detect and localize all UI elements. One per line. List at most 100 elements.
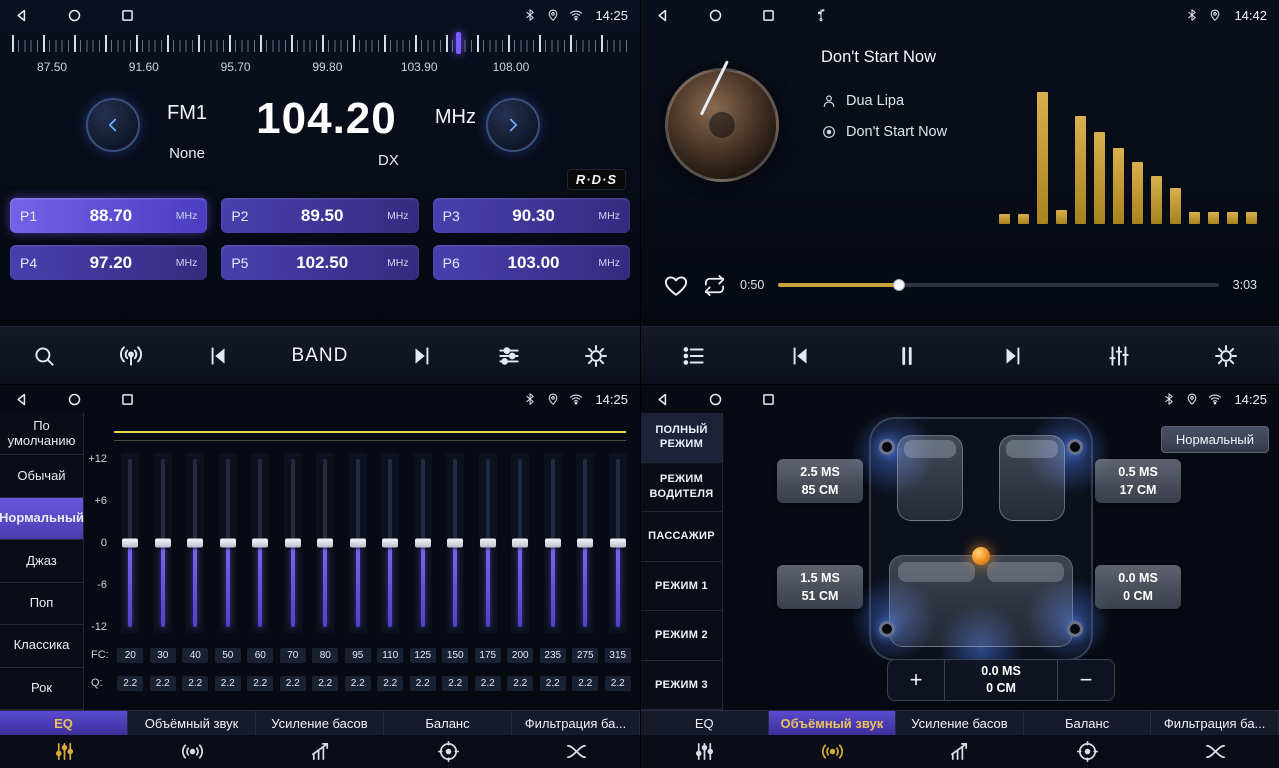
tab-crossover-filter[interactable]: Фильтрация ба... xyxy=(1151,711,1279,735)
delay-increase-button[interactable]: + xyxy=(888,660,944,700)
listening-mode-item-4[interactable]: РЕЖИМ 2 xyxy=(641,611,722,661)
nav-back-button[interactable] xyxy=(14,392,29,407)
tab-bass-boost[interactable]: Усиление басов xyxy=(896,711,1024,735)
eq-band-slider-110hz[interactable] xyxy=(374,451,407,637)
repeat-button[interactable] xyxy=(703,274,726,297)
nav-home-button[interactable] xyxy=(708,8,723,23)
eq-slider-handle[interactable] xyxy=(317,539,333,548)
eq-slider-handle[interactable] xyxy=(610,539,626,548)
eq-band-slider-175hz[interactable] xyxy=(472,451,505,637)
eq-preset-chip[interactable]: Нормальный xyxy=(1161,426,1269,453)
tab-eq[interactable]: EQ xyxy=(0,711,128,735)
eq-preset-item-5[interactable]: Классика xyxy=(0,625,83,667)
tab-balance[interactable]: Баланс xyxy=(1024,711,1152,735)
eq-band-slider-125hz[interactable] xyxy=(407,451,440,637)
nav-back-button[interactable] xyxy=(655,392,670,407)
band-button[interactable]: BAND xyxy=(292,345,349,367)
eq-band-slider-235hz[interactable] xyxy=(537,451,570,637)
tab-crossover-filter[interactable]: Фильтрация ба... xyxy=(512,711,640,735)
playlist-button[interactable] xyxy=(681,343,707,369)
balance-tab-icon[interactable] xyxy=(1024,740,1152,763)
eq-band-slider-40hz[interactable] xyxy=(179,451,212,637)
radio-preset-p1[interactable]: P188.70MHz xyxy=(10,198,207,233)
eq-slider-handle[interactable] xyxy=(512,539,528,548)
eq-band-slider-315hz[interactable] xyxy=(602,451,635,637)
previous-station-button[interactable] xyxy=(205,343,231,369)
eq-slider-handle[interactable] xyxy=(155,539,171,548)
tab-bass-boost[interactable]: Усиление басов xyxy=(256,711,384,735)
tab-balance[interactable]: Баланс xyxy=(384,711,512,735)
eq-slider-handle[interactable] xyxy=(545,539,561,548)
crossover-filter-tab-icon[interactable] xyxy=(1151,740,1279,763)
radio-preset-p6[interactable]: P6103.00MHz xyxy=(433,245,630,280)
nav-recents-button[interactable] xyxy=(761,392,776,407)
eq-preset-item-0[interactable]: По умолчанию xyxy=(0,413,83,455)
radio-preset-p4[interactable]: P497.20MHz xyxy=(10,245,207,280)
next-station-button[interactable] xyxy=(409,343,435,369)
eq-preset-item-3[interactable]: Джаз xyxy=(0,540,83,582)
mixer-button[interactable] xyxy=(1106,343,1132,369)
eq-band-slider-200hz[interactable] xyxy=(504,451,537,637)
nav-home-button[interactable] xyxy=(708,392,723,407)
crossover-filter-tab-icon[interactable] xyxy=(512,740,640,763)
tuning-indicator[interactable] xyxy=(456,32,461,54)
eq-band-slider-95hz[interactable] xyxy=(342,451,375,637)
settings-button[interactable] xyxy=(1213,343,1239,369)
eq-slider-handle[interactable] xyxy=(577,539,593,548)
next-track-button[interactable] xyxy=(1000,343,1026,369)
frequency-scale[interactable]: 87.5091.6095.7099.80103.90108.00 xyxy=(12,32,628,84)
eq-preset-item-4[interactable]: Поп xyxy=(0,583,83,625)
listening-mode-item-3[interactable]: РЕЖИМ 1 xyxy=(641,562,722,612)
radio-preset-p5[interactable]: P5102.50MHz xyxy=(221,245,418,280)
nav-back-button[interactable] xyxy=(655,8,670,23)
eq-slider-handle[interactable] xyxy=(187,539,203,548)
radio-preset-p2[interactable]: P289.50MHz xyxy=(221,198,418,233)
listening-position-marker[interactable] xyxy=(972,547,990,565)
eq-band-slider-275hz[interactable] xyxy=(569,451,602,637)
eq-band-slider-60hz[interactable] xyxy=(244,451,277,637)
tab-surround-sound[interactable]: Объёмный звук xyxy=(769,711,897,735)
eq-slider-handle[interactable] xyxy=(447,539,463,548)
favorite-button[interactable] xyxy=(663,272,689,298)
eq-band-slider-30hz[interactable] xyxy=(147,451,180,637)
scan-search-button[interactable] xyxy=(31,343,57,369)
eq-slider-handle[interactable] xyxy=(252,539,268,548)
surround-sound-tab-icon[interactable] xyxy=(769,740,897,763)
eq-slider-handle[interactable] xyxy=(350,539,366,548)
eq-band-slider-50hz[interactable] xyxy=(212,451,245,637)
eq-slider-handle[interactable] xyxy=(480,539,496,548)
eq-band-slider-20hz[interactable] xyxy=(114,451,147,637)
eq-slider-handle[interactable] xyxy=(415,539,431,548)
equalizer-button[interactable] xyxy=(496,343,522,369)
eq-slider-handle[interactable] xyxy=(285,539,301,548)
bass-boost-tab-icon[interactable] xyxy=(256,740,384,763)
eq-tab-icon[interactable] xyxy=(0,740,128,763)
eq-band-slider-150hz[interactable] xyxy=(439,451,472,637)
pause-button[interactable] xyxy=(894,343,920,369)
previous-track-button[interactable] xyxy=(787,343,813,369)
nav-recents-button[interactable] xyxy=(120,392,135,407)
broadcast-button[interactable] xyxy=(118,343,144,369)
seek-bar-knob[interactable] xyxy=(893,279,905,291)
eq-band-slider-80hz[interactable] xyxy=(309,451,342,637)
eq-tab-icon[interactable] xyxy=(641,740,769,763)
nav-home-button[interactable] xyxy=(67,8,82,23)
listening-mode-item-5[interactable]: РЕЖИМ 3 xyxy=(641,661,722,711)
listening-mode-item-0[interactable]: ПОЛНЫЙ РЕЖИМ xyxy=(641,413,722,463)
tab-surround-sound[interactable]: Объёмный звук xyxy=(128,711,256,735)
seek-bar[interactable] xyxy=(778,283,1218,287)
listening-mode-item-2[interactable]: ПАССАЖИР xyxy=(641,512,722,562)
delay-decrease-button[interactable]: − xyxy=(1058,660,1114,700)
nav-recents-button[interactable] xyxy=(761,8,776,23)
settings-button[interactable] xyxy=(583,343,609,369)
eq-slider-handle[interactable] xyxy=(382,539,398,548)
listening-mode-item-1[interactable]: РЕЖИМ ВОДИТЕЛЯ xyxy=(641,463,722,513)
tab-eq[interactable]: EQ xyxy=(641,711,769,735)
eq-preset-item-1[interactable]: Обычай xyxy=(0,455,83,497)
eq-preset-item-2[interactable]: Нормальный xyxy=(0,498,83,540)
balance-tab-icon[interactable] xyxy=(384,740,512,763)
nav-home-button[interactable] xyxy=(67,392,82,407)
eq-slider-handle[interactable] xyxy=(220,539,236,548)
bass-boost-tab-icon[interactable] xyxy=(896,740,1024,763)
tune-down-button[interactable] xyxy=(86,98,140,152)
